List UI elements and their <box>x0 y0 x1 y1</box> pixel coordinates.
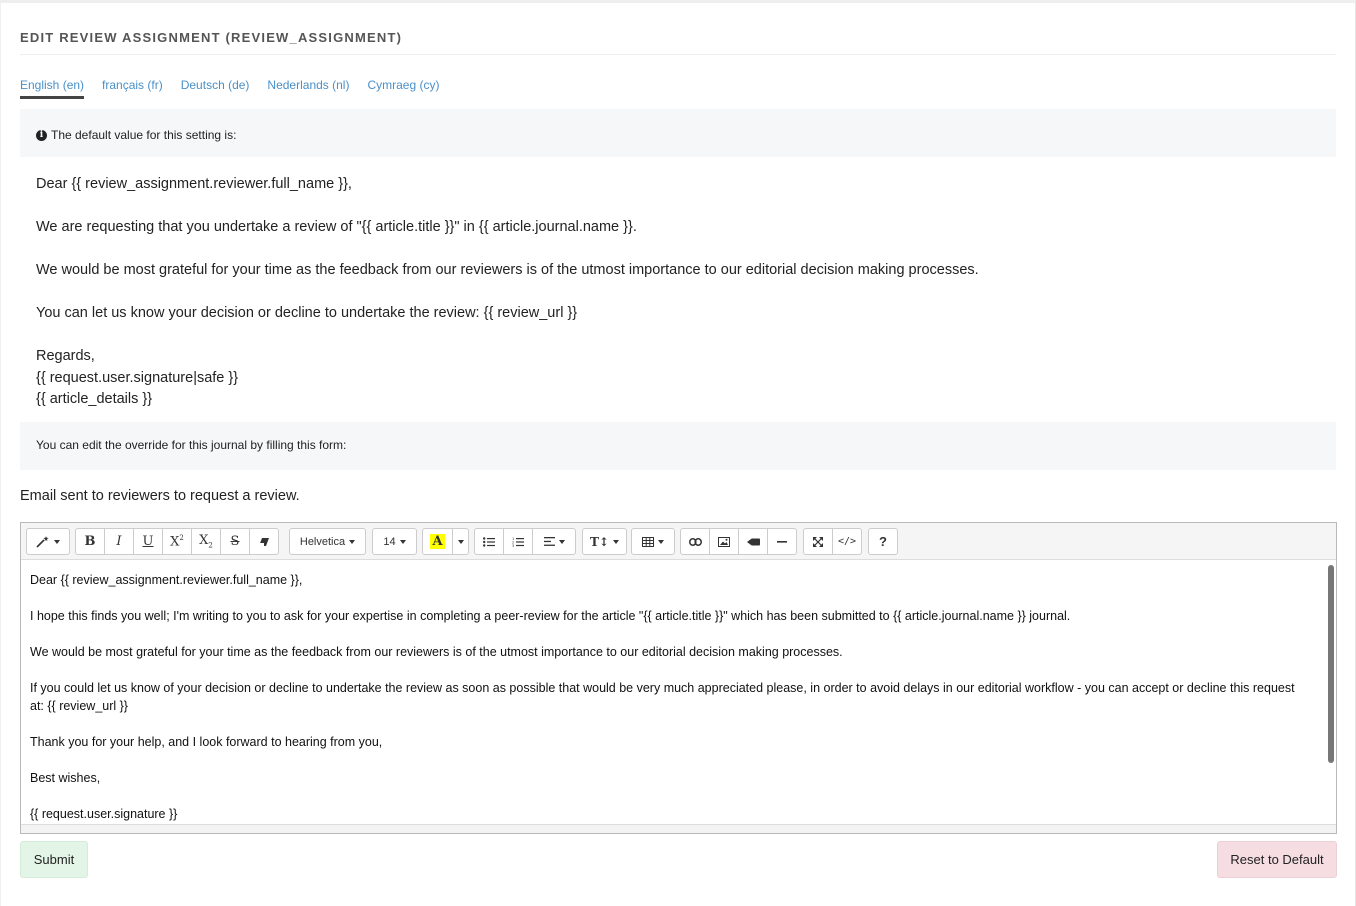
code-view-icon: </> <box>837 536 857 547</box>
align-icon <box>543 537 555 546</box>
subscript-icon: X2 <box>199 533 213 550</box>
editor-line: We would be most grateful for your time … <box>30 645 843 659</box>
help-icon: ? <box>879 534 887 549</box>
table-icon <box>642 536 654 547</box>
superscript-icon: X2 <box>170 533 184 550</box>
ordered-list-icon: 123 <box>512 537 524 547</box>
tab-welsh[interactable]: Cymraeg (cy) <box>367 78 439 99</box>
editor-resize-bar[interactable] <box>21 824 1336 833</box>
paragraph-align-dropdown[interactable] <box>532 528 576 555</box>
underline-icon: U <box>142 534 154 549</box>
font-name-value: Helvetica <box>299 535 346 548</box>
default-line: We are requesting that you undertake a r… <box>36 219 637 235</box>
default-line: Dear {{ review_assignment.reviewer.full_… <box>36 176 352 192</box>
line-height-icon: T↕ <box>590 534 609 549</box>
video-button[interactable] <box>738 528 768 555</box>
superscript-button[interactable]: X2 <box>162 528 192 555</box>
bold-button[interactable]: B <box>75 528 105 555</box>
editor-line: Dear {{ review_assignment.reviewer.full_… <box>30 573 303 587</box>
magic-wand-icon <box>36 535 49 548</box>
color-dropdown-toggle[interactable] <box>452 528 469 555</box>
svg-text:3: 3 <box>512 544 514 547</box>
editor-scrollbar[interactable] <box>1328 565 1334 763</box>
insert-group <box>680 528 797 555</box>
editor-line: If you could let us know of your decisio… <box>30 681 1295 713</box>
strikethrough-button[interactable]: S <box>220 528 250 555</box>
default-value-text: Dear {{ review_assignment.reviewer.full_… <box>20 157 1336 422</box>
font-name-group: Helvetica <box>289 528 366 555</box>
font-size-value: 14 <box>383 535 396 548</box>
horizontal-rule-icon <box>777 540 787 543</box>
style-dropdown[interactable] <box>26 528 70 555</box>
italic-button[interactable]: I <box>104 528 134 555</box>
view-group: </> <box>803 528 862 555</box>
default-line: {{ request.user.signature|safe }} <box>36 369 239 386</box>
page-title: EDIT REVIEW ASSIGNMENT (REVIEW_ASSIGNMEN… <box>20 30 403 45</box>
submit-button[interactable]: Submit <box>20 841 88 878</box>
unordered-list-icon <box>483 536 495 547</box>
field-label: Email sent to reviewers to request a rev… <box>20 488 300 504</box>
italic-icon: I <box>116 534 122 549</box>
editor-line: I hope this finds you well; I'm writing … <box>30 609 1071 623</box>
list-group: 123 <box>474 528 576 555</box>
text-color-icon: A <box>430 534 445 549</box>
link-button[interactable] <box>680 528 710 555</box>
tab-german[interactable]: Deutsch (de) <box>181 78 250 99</box>
default-line: You can let us know your decision or dec… <box>36 305 578 321</box>
horizontal-rule-button[interactable] <box>767 528 797 555</box>
editor-content-area[interactable]: Dear {{ review_assignment.reviewer.full_… <box>21 560 1336 825</box>
text-color-button[interactable]: A <box>422 528 453 555</box>
table-group <box>631 528 675 555</box>
clear-format-button[interactable] <box>249 528 279 555</box>
tab-dutch[interactable]: Nederlands (nl) <box>267 78 349 99</box>
editor-line: Thank you for your help, and I look forw… <box>30 735 383 749</box>
color-group: A <box>422 528 469 555</box>
editor-line: {{ request.user.signature }} <box>30 807 178 821</box>
subscript-button[interactable]: X2 <box>191 528 221 555</box>
default-line: {{ article_details }} <box>36 391 153 407</box>
override-label: You can edit the override for this journ… <box>36 438 347 452</box>
tab-french[interactable]: français (fr) <box>102 78 163 99</box>
tab-english[interactable]: English (en) <box>20 78 85 99</box>
reset-to-default-button[interactable]: Reset to Default <box>1217 841 1337 878</box>
default-value-panel: i The default value for this setting is:… <box>20 109 1336 470</box>
image-button[interactable] <box>709 528 739 555</box>
editor-line: Best wishes, <box>30 771 101 785</box>
default-value-heading: i The default value for this setting is: <box>36 128 236 142</box>
line-height-dropdown[interactable]: T↕ <box>582 528 627 555</box>
help-button[interactable]: ? <box>868 528 898 555</box>
title-divider <box>20 54 1336 55</box>
fullscreen-button[interactable] <box>803 528 833 555</box>
default-line: Regards, <box>36 348 95 364</box>
eraser-icon <box>259 537 269 546</box>
default-line: We would be most grateful for your time … <box>36 262 979 278</box>
code-view-button[interactable]: </> <box>832 528 862 555</box>
style-group <box>26 528 70 555</box>
unordered-list-button[interactable] <box>474 528 504 555</box>
video-icon <box>746 538 760 545</box>
language-tabs: English (en) français (fr) Deutsch (de) … <box>20 78 439 99</box>
font-size-dropdown[interactable]: 14 <box>372 528 417 555</box>
bold-icon: B <box>84 534 96 549</box>
fullscreen-icon <box>813 536 823 547</box>
page: EDIT REVIEW ASSIGNMENT (REVIEW_ASSIGNMEN… <box>0 0 1356 906</box>
underline-button[interactable]: U <box>133 528 163 555</box>
info-circle-icon: i <box>36 129 47 141</box>
rich-text-editor: B I U X2 X2 S Helvetica 14 A 1 2 3 T↕ </… <box>20 522 1337 834</box>
line-height-group: T↕ <box>582 528 627 555</box>
font-size-group: 14 <box>372 528 417 555</box>
table-dropdown[interactable] <box>631 528 675 555</box>
ordered-list-button[interactable]: 123 <box>503 528 533 555</box>
font-name-dropdown[interactable]: Helvetica <box>289 528 366 555</box>
editor-toolbar: B I U X2 X2 S Helvetica 14 A 1 2 3 T↕ </… <box>21 523 1336 560</box>
default-value-label: The default value for this setting is: <box>51 128 237 142</box>
link-icon <box>688 537 702 546</box>
image-icon <box>718 536 730 547</box>
help-group: ? <box>868 528 898 555</box>
strikethrough-icon: S <box>230 534 240 549</box>
format-group: B I U X2 X2 S <box>75 528 279 555</box>
